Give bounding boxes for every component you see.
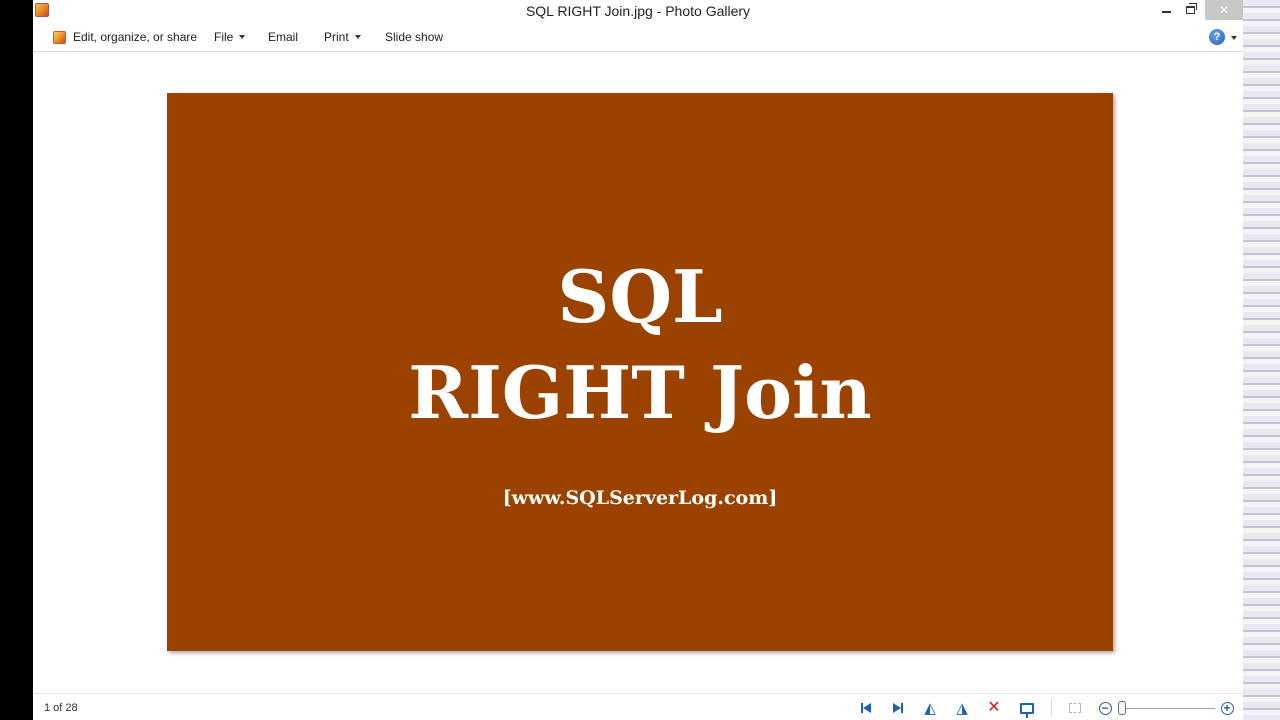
close-icon: ✕ [1218,3,1230,17]
close-button[interactable]: ✕ [1205,0,1243,20]
rotate-left-button[interactable]: ◭ [920,699,940,717]
photo-viewer: SQL RIGHT Join [www.SQLServerLog.com] [33,53,1243,693]
title-bar: SQL RIGHT Join.jpg - Photo Gallery ✕ [33,0,1243,22]
rotate-left-icon: ◭ [924,699,936,717]
photo-count: 1 of 28 [44,702,78,714]
zoom-out-icon: − [1098,701,1112,715]
fit-to-window-icon [1069,703,1081,713]
slide-show-button[interactable]: Slide show [385,30,443,44]
slide-show-label: Slide show [385,30,444,44]
edit-organize-share-button[interactable]: Edit, organize, or share [53,30,197,44]
status-bar: 1 of 28 ◭ ◮ ✕ − + [33,693,1243,720]
previous-button[interactable] [856,699,876,717]
photo-text-right-join: RIGHT Join [408,350,872,435]
restore-icon [1185,3,1197,14]
file-menu-button[interactable]: File [214,30,246,44]
delete-icon: ✕ [987,699,1001,716]
help-icon[interactable]: ? [1209,29,1225,45]
next-icon [893,703,903,713]
rotate-right-icon: ◮ [956,699,968,717]
chevron-down-icon [239,35,246,39]
email-label: Email [268,30,299,44]
chevron-down-icon [354,35,361,39]
edit-icon [53,30,66,44]
displayed-photo: SQL RIGHT Join [www.SQLServerLog.com] [167,93,1113,651]
file-label: File [214,30,234,44]
photo-gallery-window: SQL RIGHT Join.jpg - Photo Gallery ✕ Edi… [33,0,1243,720]
zoom-out-button[interactable]: − [1095,699,1115,717]
zoom-slider-thumb[interactable] [1118,701,1126,715]
background-window-edge [1243,0,1280,720]
restore-button[interactable] [1175,0,1205,20]
window-title: SQL RIGHT Join.jpg - Photo Gallery [525,3,751,19]
fit-to-window-button[interactable] [1065,699,1085,717]
command-bar: Edit, organize, or share File Email Prin… [33,22,1243,52]
print-menu-button[interactable]: Print [324,30,361,44]
zoom-in-icon: + [1220,701,1234,715]
photo-text-sql: SQL [557,254,723,339]
edit-organize-share-label: Edit, organize, or share [73,30,198,44]
toolbar-divider [1051,698,1052,717]
zoom-slider-track[interactable] [1123,708,1215,709]
delete-button[interactable]: ✕ [984,699,1004,717]
previous-icon [861,703,871,713]
minimize-icon [1161,11,1171,13]
play-slide-show-button[interactable] [1017,699,1037,718]
help-chevron-down-icon[interactable] [1231,36,1237,40]
next-button[interactable] [888,699,908,717]
rotate-right-button[interactable]: ◮ [952,699,972,717]
print-label: Print [324,30,349,44]
slideshow-icon [1020,702,1034,718]
zoom-in-button[interactable]: + [1217,699,1237,717]
email-button[interactable]: Email [268,30,298,44]
photo-text-url: [www.SQLServerLog.com] [502,487,778,509]
